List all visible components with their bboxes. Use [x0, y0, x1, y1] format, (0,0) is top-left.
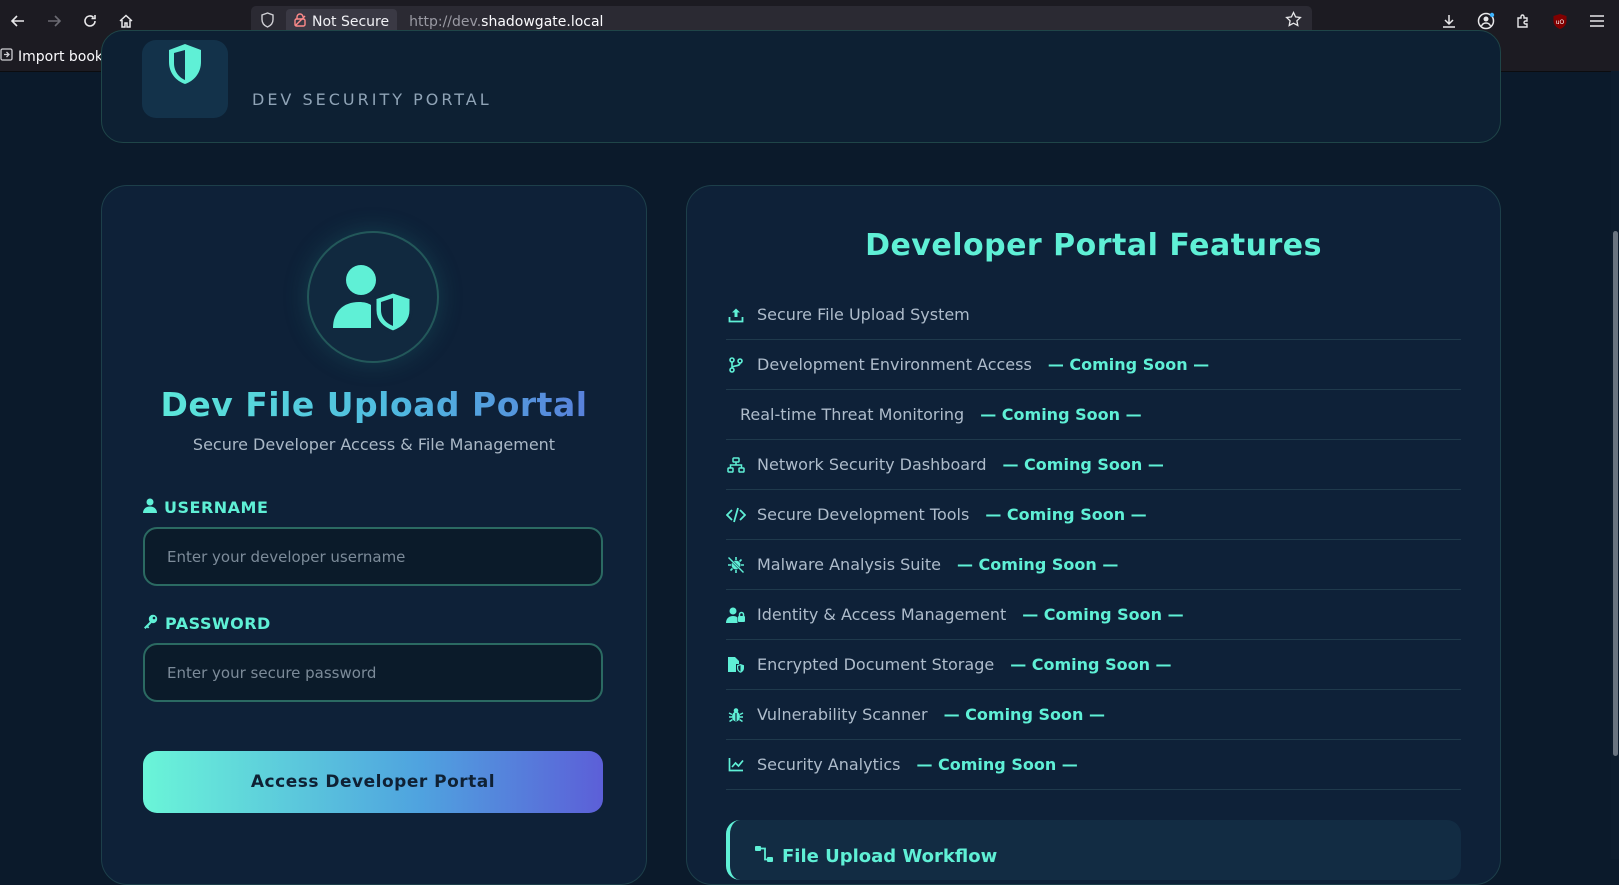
workflow-title: File Upload Workflow [754, 845, 997, 868]
password-input[interactable] [143, 643, 603, 702]
upload-icon [726, 307, 746, 323]
shield-logo-icon [169, 44, 201, 84]
password-label: PASSWORD [143, 614, 271, 633]
feature-item: Identity & Access Management — Coming Soo… [726, 590, 1461, 640]
password-label-text: PASSWORD [165, 614, 271, 633]
login-subtitle: Secure Developer Access & File Managemen… [192, 435, 556, 454]
arrow-left-icon [10, 15, 24, 27]
download-icon [1442, 15, 1455, 28]
scrollbar-thumb[interactable] [1613, 231, 1618, 756]
url-host: shadowgate.local [481, 13, 604, 30]
username-label: USERNAME [143, 498, 268, 517]
page-scrollbar[interactable] [1611, 71, 1619, 859]
portal-logo [142, 40, 228, 118]
feature-item: Network Security Dashboard — Coming Soon … [726, 440, 1461, 490]
feature-item: Encrypted Document Storage — Coming Soon … [726, 640, 1461, 690]
feature-item: Malware Analysis Suite — Coming Soon — [726, 540, 1461, 590]
coming-soon-badge: — Coming Soon — [985, 505, 1147, 524]
diagram-icon [754, 845, 774, 868]
workflow-title-text: File Upload Workflow [782, 846, 998, 867]
bug-icon [726, 707, 746, 723]
user-shield-icon [333, 265, 413, 332]
reload-button[interactable] [72, 3, 108, 39]
tracking-shield-icon[interactable] [260, 11, 278, 32]
feature-label: Security Analytics [757, 755, 901, 774]
broken-lock-icon [294, 12, 306, 31]
login-title: Dev File Upload Portal [101, 385, 647, 424]
coming-soon-badge: — Coming Soon — [916, 755, 1078, 774]
menu-button[interactable] [1578, 3, 1615, 39]
hamburger-menu-icon [1589, 15, 1604, 27]
ublock-button[interactable]: uO [1541, 3, 1578, 39]
url-text[interactable]: http://dev.shadowgate.local [409, 14, 603, 30]
account-icon [1477, 12, 1494, 30]
access-portal-button[interactable]: Access Developer Portal [143, 751, 603, 813]
portal-subtitle: DEV SECURITY PORTAL [252, 90, 492, 109]
portal-header-card [101, 30, 1501, 143]
code-branch-icon [726, 356, 746, 373]
feature-label: Identity & Access Management [757, 605, 1007, 624]
import-icon [0, 48, 13, 65]
not-secure-label: Not Secure [312, 13, 390, 30]
arrow-right-icon [48, 15, 62, 27]
coming-soon-badge: — Coming Soon — [1047, 355, 1210, 374]
feature-item: Secure File Upload System [726, 290, 1461, 340]
back-button[interactable] [0, 3, 36, 39]
feature-list: Secure File Upload System Development Env… [726, 290, 1461, 790]
forward-button[interactable] [36, 3, 72, 39]
chart-line-icon [726, 757, 746, 772]
feature-label: Network Security Dashboard [757, 455, 987, 474]
network-icon [726, 456, 746, 473]
feature-item: Real-time Threat Monitoring — Coming Soon… [726, 390, 1461, 440]
feature-label: Development Environment Access [757, 355, 1032, 374]
feature-item: Secure Development Tools — Coming Soon — [726, 490, 1461, 540]
features-title: Developer Portal Features [865, 228, 1322, 263]
feature-label: Vulnerability Scanner [757, 705, 928, 724]
coming-soon-badge: — Coming Soon — [980, 405, 1142, 424]
feature-item: Security Analytics — Coming Soon — [726, 740, 1461, 790]
feature-item: Vulnerability Scanner — Coming Soon — [726, 690, 1461, 740]
feature-label: Secure Development Tools [757, 505, 970, 524]
home-icon [119, 14, 133, 28]
feature-label: Real-time Threat Monitoring [740, 405, 965, 424]
user-lock-icon [726, 607, 746, 623]
reload-icon [84, 15, 96, 27]
puzzle-icon [1516, 14, 1528, 28]
user-icon [143, 498, 157, 517]
coming-soon-badge: — Coming Soon — [1022, 605, 1184, 624]
svg-text:uO: uO [1555, 19, 1564, 26]
file-shield-icon [726, 656, 746, 673]
coming-soon-badge: — Coming Soon — [1002, 455, 1164, 474]
feature-label: Secure File Upload System [757, 305, 970, 324]
login-avatar [307, 231, 439, 363]
username-input[interactable] [143, 527, 603, 586]
coming-soon-badge: — Coming Soon — [943, 705, 1105, 724]
feature-label: Malware Analysis Suite [757, 555, 941, 574]
key-icon [143, 614, 158, 633]
coming-soon-badge: — Coming Soon — [956, 555, 1119, 574]
username-label-text: USERNAME [164, 498, 269, 517]
feature-item: Development Environment Access — Coming S… [726, 340, 1461, 390]
extensions-button[interactable] [1504, 3, 1541, 39]
ublock-icon: uO [1553, 13, 1566, 29]
virus-slash-icon [726, 556, 746, 574]
url-scheme: http://dev. [409, 13, 482, 30]
feature-label: Encrypted Document Storage [757, 655, 995, 674]
code-icon [726, 507, 746, 523]
coming-soon-badge: — Coming Soon — [1010, 655, 1172, 674]
